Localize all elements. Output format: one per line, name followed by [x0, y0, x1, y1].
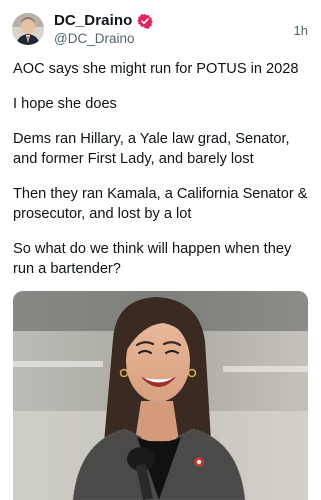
- verified-badge-icon: [137, 13, 154, 29]
- post-paragraph: Then they ran Kamala, a California Senat…: [13, 186, 308, 222]
- post-header: DC_Draino @DC_Draino 1h: [0, 0, 321, 56]
- post-paragraph: AOC says she might run for POTUS in 2028: [13, 61, 299, 77]
- avatar[interactable]: [12, 13, 44, 45]
- handle[interactable]: @DC_Draino: [54, 31, 134, 46]
- timestamp[interactable]: 1h: [294, 23, 308, 38]
- post-image[interactable]: [13, 291, 308, 500]
- post-paragraph: I hope she does: [13, 96, 117, 112]
- post-paragraph: So what do we think will happen when the…: [13, 241, 292, 277]
- display-name[interactable]: DC_Draino: [54, 12, 132, 29]
- post-text: AOC says she might run for POTUS in 2028…: [13, 59, 313, 294]
- post-paragraph: Dems ran Hillary, a Yale law grad, Senat…: [13, 131, 290, 167]
